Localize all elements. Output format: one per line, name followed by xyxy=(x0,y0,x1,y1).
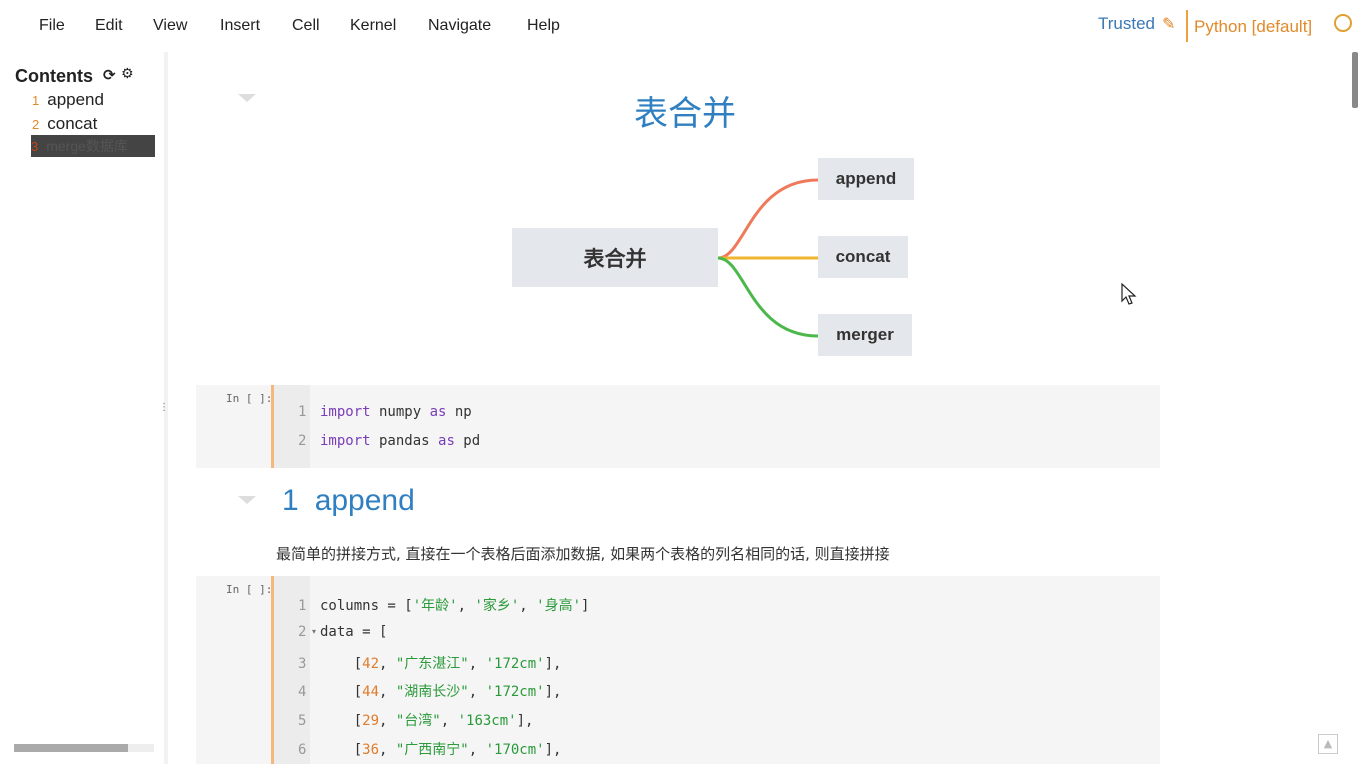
menu-help[interactable]: Help xyxy=(527,17,560,35)
code-token: columns = [ xyxy=(320,598,413,614)
resize-handle[interactable]: ⋮ xyxy=(159,402,169,413)
line-number: 4 xyxy=(298,684,307,700)
code-token: "湖南长沙" xyxy=(395,684,469,700)
toc-item-merge[interactable]: 3 merge数据库 xyxy=(31,135,155,157)
line-number: 6 xyxy=(298,742,307,758)
mindmap-node-append: append xyxy=(818,158,914,200)
cell-prompt: In [ ]: xyxy=(226,392,273,405)
code-line[interactable]: 6 [36, "广西南宁", '170cm'], xyxy=(298,739,561,759)
code-token: '170cm' xyxy=(485,742,545,758)
menu-insert[interactable]: Insert xyxy=(220,17,260,35)
menu-file[interactable]: File xyxy=(39,17,65,35)
code-token: 42 xyxy=(362,656,380,672)
page-title: 表合并 xyxy=(634,94,736,134)
toc-item-label: append xyxy=(47,90,104,109)
code-token: pd xyxy=(454,433,481,449)
code-token: '172cm' xyxy=(485,684,545,700)
code-token: 44 xyxy=(362,684,380,700)
code-token: , xyxy=(457,598,475,614)
code-token: 36 xyxy=(362,742,380,758)
kernel-status-icon xyxy=(1334,14,1352,32)
code-cell[interactable] xyxy=(196,385,1160,468)
code-token: '家乡' xyxy=(474,598,520,614)
trusted-indicator[interactable]: Trusted xyxy=(1098,14,1155,34)
collapse-heading-icon[interactable] xyxy=(238,94,256,102)
heading-number: 1 xyxy=(282,484,299,517)
toc-item-concat[interactable]: 2 concat xyxy=(32,114,97,134)
menubar: File Edit View Insert Cell Kernel Naviga… xyxy=(0,0,1360,52)
line-number: 2 xyxy=(298,624,307,640)
menu-view[interactable]: View xyxy=(153,17,187,35)
code-token: as xyxy=(438,433,455,449)
code-token: pandas xyxy=(370,433,439,449)
mindmap-root: 表合并 xyxy=(512,228,718,287)
fold-arrow-icon[interactable]: ▾ xyxy=(312,627,316,636)
toc-title: Contents xyxy=(15,66,93,86)
code-line[interactable]: 1 import numpy as np xyxy=(298,404,472,420)
connector-append xyxy=(717,178,819,260)
menu-cell[interactable]: Cell xyxy=(292,17,320,35)
code-token: "台湾" xyxy=(395,713,441,729)
line-number: 5 xyxy=(298,713,307,729)
kernel-name[interactable]: Python [default] xyxy=(1194,17,1312,37)
code-token: data = [ xyxy=(320,624,388,640)
code-token: as xyxy=(429,404,447,420)
toc-item-label: concat xyxy=(47,114,98,133)
scroll-to-top-icon[interactable]: ▲ xyxy=(1318,734,1338,754)
toc-scrollbar-thumb[interactable] xyxy=(14,744,128,752)
toc-item-append[interactable]: 1 append xyxy=(32,90,104,110)
code-token: import xyxy=(320,433,371,449)
mindmap-node-merger: merger xyxy=(818,314,912,356)
markdown-paragraph: 最简单的拼接方式, 直接在一个表格后面添加数据, 如果两个表格的列名相同的话, … xyxy=(276,545,890,563)
code-line[interactable]: 2 import pandas as pd xyxy=(298,433,480,449)
toc-sidebar: Contents ⟳ ⚙ 1 append 2 concat 3 merge数据库 xyxy=(0,52,164,764)
code-token: '身高' xyxy=(536,598,582,614)
code-token: "广西南宁" xyxy=(395,742,469,758)
section-heading-append: 1 append xyxy=(282,484,415,518)
code-token: '年龄' xyxy=(412,598,458,614)
toc-item-label: merge数据库 xyxy=(46,138,128,154)
mouse-cursor-icon xyxy=(1121,283,1137,305)
code-token: ] xyxy=(581,598,590,614)
kernel-separator xyxy=(1186,10,1188,42)
code-line[interactable]: 3 [42, "广东湛江", '172cm'], xyxy=(298,653,561,673)
line-number-gutter xyxy=(274,385,310,468)
refresh-icon[interactable]: ⟳ xyxy=(103,66,116,84)
cell-prompt: In [ ]: xyxy=(226,583,273,596)
heading-text: append xyxy=(314,484,415,517)
code-token: '163cm' xyxy=(457,713,517,729)
code-token: '172cm' xyxy=(485,656,545,672)
connector-merger xyxy=(717,256,819,338)
code-token: 29 xyxy=(362,713,380,729)
code-token: , xyxy=(519,598,537,614)
code-line[interactable]: 4 [44, "湖南长沙", '172cm'], xyxy=(298,681,561,701)
line-number: 2 xyxy=(298,433,307,449)
mindmap-node-concat: concat xyxy=(818,236,908,278)
code-token: "广东湛江" xyxy=(395,656,469,672)
toc-item-number: 3 xyxy=(31,139,39,154)
menu-kernel[interactable]: Kernel xyxy=(350,17,396,35)
line-number: 1 xyxy=(298,598,307,614)
collapse-heading-icon[interactable] xyxy=(238,496,256,504)
menu-edit[interactable]: Edit xyxy=(95,17,123,35)
menu-navigate[interactable]: Navigate xyxy=(428,17,491,35)
code-token: numpy xyxy=(370,404,430,420)
toc-item-number: 1 xyxy=(32,93,40,108)
line-number: 1 xyxy=(298,404,307,420)
pencil-icon[interactable]: ✎ xyxy=(1162,14,1175,33)
code-token: np xyxy=(446,404,472,420)
page-scrollbar-thumb[interactable] xyxy=(1352,52,1358,108)
code-token: import xyxy=(320,404,371,420)
gear-icon[interactable]: ⚙ xyxy=(121,66,134,82)
code-line[interactable]: 5 [29, "台湾", '163cm'], xyxy=(298,710,533,730)
line-number: 3 xyxy=(298,656,307,672)
toc-item-number: 2 xyxy=(32,117,40,132)
code-line[interactable]: 1 columns = ['年龄', '家乡', '身高'] xyxy=(298,595,589,615)
